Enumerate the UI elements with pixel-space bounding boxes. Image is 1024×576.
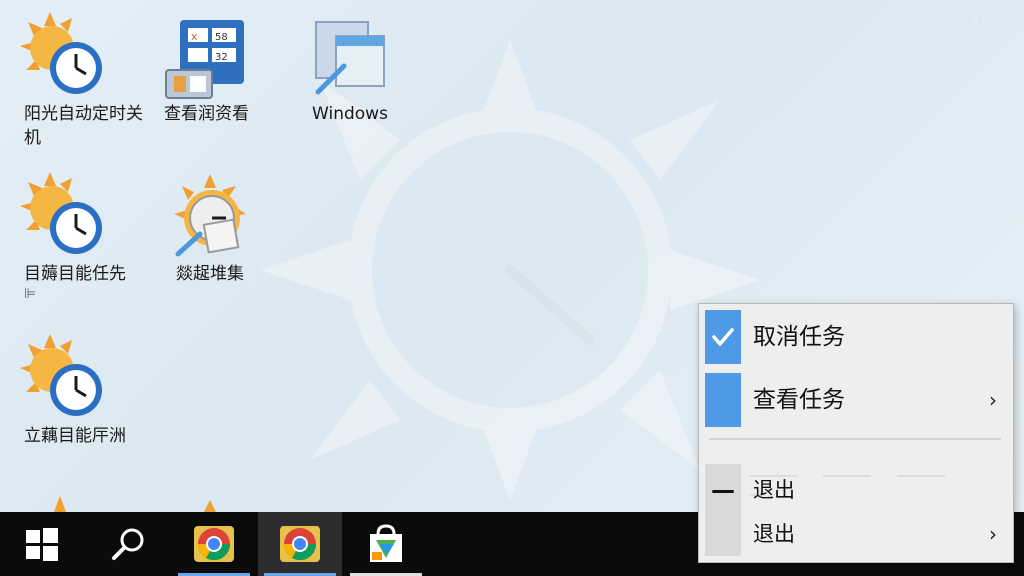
dash-icon: — [711, 476, 735, 504]
svg-text:32: 32 [215, 52, 228, 63]
sun-partial-icon [204, 500, 216, 512]
store-bag-icon [370, 524, 402, 562]
check-icon [712, 328, 734, 346]
chevron-right-icon: › [989, 388, 997, 412]
windows-logo-icon [26, 528, 58, 561]
sun-clock-paper-icon [160, 172, 250, 262]
chrome-app-2[interactable] [258, 512, 342, 576]
desktop-icon-windows[interactable]: Windows [290, 12, 410, 126]
chrome-icon [194, 526, 234, 562]
start-button[interactable] [0, 512, 84, 576]
menu-separator [709, 438, 1001, 440]
sun-partial-icon [54, 496, 66, 512]
search-button[interactable] [86, 512, 170, 576]
menu-item-label: 取消任务 [753, 324, 845, 350]
checkbox-unchecked[interactable] [705, 373, 741, 427]
desktop-icon-label: 阳光自动定时关机 [24, 104, 143, 148]
search-icon [112, 528, 144, 560]
menu-item-label: 退出 [753, 522, 795, 546]
sun-clock-icon [20, 334, 110, 424]
chrome-icon [280, 526, 320, 562]
desktop-icon-sun-power[interactable]: 立藕目能厈洲 [10, 334, 130, 448]
menu-item-cancel-task[interactable]: 取消任务 [699, 310, 1013, 364]
calculator-icon: x 58 32 [160, 12, 250, 102]
menu-item-label: 查看任务 [753, 387, 845, 413]
desktop-icon-label: 燚趗堆集 [176, 264, 244, 284]
menu-item-label: 退出 [753, 478, 795, 502]
sun-clock-icon [20, 12, 110, 102]
checkbox-checked[interactable] [705, 310, 741, 364]
desktop-icon-label: 查看润资看 [164, 104, 249, 124]
menu-item-view-task[interactable]: 查看任务 › [699, 373, 1013, 427]
svg-text:58: 58 [215, 32, 228, 43]
menu-placeholder-dashes [749, 462, 999, 496]
menu-item-exit-2[interactable]: 退出 › [699, 512, 1013, 556]
windows-window-icon [300, 12, 390, 102]
context-menu: 取消任务 查看任务 › — 退出 退出 › [698, 303, 1014, 563]
desktop-icon-label: 目薅目能任先 [24, 264, 126, 284]
desktop-icon-calculator[interactable]: x 58 32 查看润资看 [150, 12, 270, 126]
chrome-app-1[interactable] [172, 512, 256, 576]
desktop-icon-sub-glyph: ⊫ [24, 286, 37, 302]
menu-item-exit-1[interactable]: — 退出 [699, 468, 1013, 512]
desktop-icon-sun-task[interactable]: 目薅目能任先 ⊫ [10, 172, 130, 302]
svg-text:x: x [191, 30, 198, 43]
store-app[interactable] [344, 512, 428, 576]
sun-clock-icon [20, 172, 110, 262]
desktop-icon-sun-collect[interactable]: 燚趗堆集 [150, 172, 270, 286]
desktop-icon-sun-shutdown[interactable]: 阳光自动定时关机 [10, 12, 143, 150]
desktop-icon-label: 立藕目能厈洲 [24, 426, 126, 446]
chevron-right-icon: › [989, 522, 997, 546]
decorative-dots: · · [968, 12, 982, 28]
desktop-icon-label: Windows [312, 104, 388, 124]
desktop[interactable]: 阳光自动定时关机 x 58 32 查看润资看 Windows 目薅目能任先 ⊫ … [0, 0, 1024, 576]
